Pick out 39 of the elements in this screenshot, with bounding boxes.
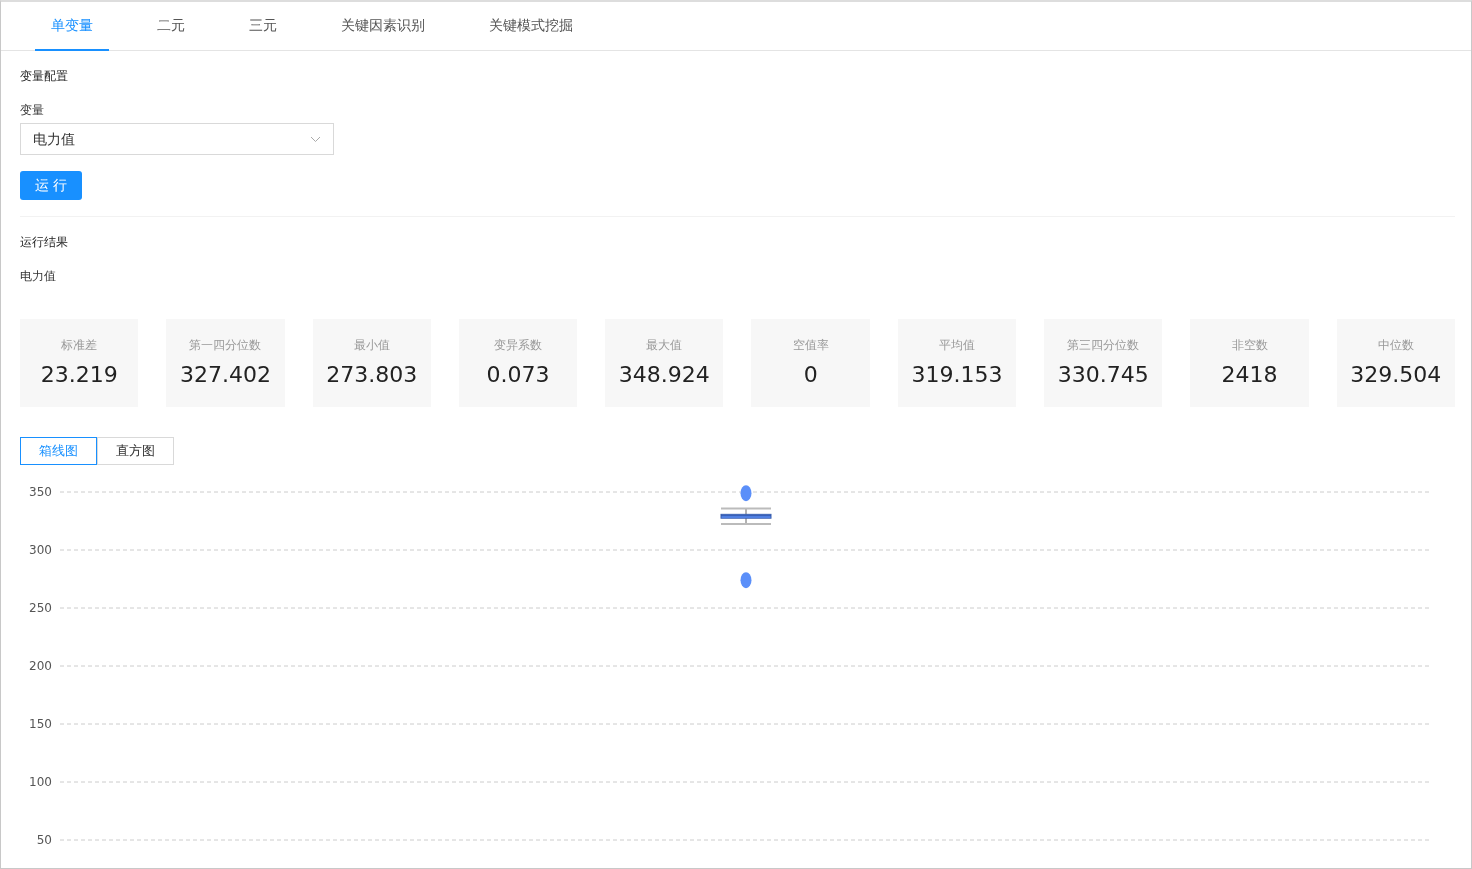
- tab[interactable]: 关键模式挖掘: [473, 2, 589, 51]
- stat-value: 273.803: [326, 360, 418, 389]
- y-axis-label: 100: [29, 774, 52, 789]
- stat-value: 330.745: [1057, 360, 1149, 389]
- variable-select[interactable]: 电力值: [20, 123, 334, 155]
- tab[interactable]: 二元: [141, 2, 201, 51]
- stat-label: 最大值: [646, 336, 683, 354]
- stat-label: 最小值: [353, 336, 390, 354]
- variable-name: 电力值: [20, 268, 57, 285]
- stat-value: 348.924: [618, 360, 710, 389]
- stat-value: 327.402: [179, 360, 271, 389]
- section-title: 变量配置: [20, 68, 69, 85]
- section-title: 运行结果: [20, 234, 69, 251]
- tab[interactable]: 三元: [233, 2, 293, 51]
- box-plot: [720, 507, 772, 525]
- tab[interactable]: 关键因素识别: [325, 2, 441, 51]
- stat-label: 标准差: [61, 336, 98, 354]
- stat-label: 平均值: [938, 336, 975, 354]
- stat-label: 非空数: [1231, 336, 1268, 354]
- chevron-down-icon: [310, 135, 321, 143]
- y-axis-label: 50: [36, 832, 52, 847]
- stat-label: 空值率: [792, 336, 829, 354]
- stat-label: 变异系数: [494, 336, 543, 354]
- y-axis-label: 150: [29, 716, 52, 731]
- y-axis-label: 200: [29, 658, 52, 673]
- y-axis-label: 300: [29, 542, 52, 557]
- chart-tab[interactable]: 直方图: [97, 437, 174, 465]
- y-axis-label: 350: [29, 484, 52, 499]
- stat-value: 23.219: [40, 360, 118, 389]
- stat-value: 2418: [1221, 360, 1278, 389]
- field-label: 变量: [20, 102, 45, 119]
- y-axis-label: 250: [29, 600, 52, 615]
- stat-value: 319.153: [911, 360, 1003, 389]
- stat-value: 0: [803, 360, 818, 389]
- stat-label: 第三四分位数: [1067, 336, 1140, 354]
- stat-value: 0.073: [486, 360, 550, 389]
- stat-label: 第一四分位数: [189, 336, 262, 354]
- stat-label: 中位数: [1377, 336, 1414, 354]
- stat-value: 329.504: [1350, 360, 1442, 389]
